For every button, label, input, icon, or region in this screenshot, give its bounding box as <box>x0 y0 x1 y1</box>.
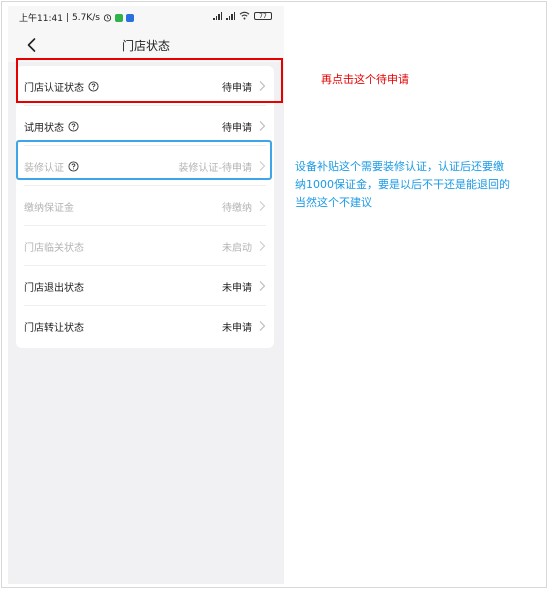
blue-highlight-box <box>16 140 272 180</box>
red-highlight-box <box>16 58 283 103</box>
row-deposit-payment[interactable]: 缴纳保证金 待缴纳 <box>16 186 274 226</box>
row-label: 门店临关状态 <box>24 239 84 254</box>
row-label-text: 门店临关状态 <box>24 243 84 254</box>
row-label: 缴纳保证金 <box>24 199 74 214</box>
nav-bar: 门店状态 <box>8 28 284 62</box>
row-label: 门店转让状态 <box>24 319 84 334</box>
row-label-text: 门店转让状态 <box>24 323 84 334</box>
row-store-transfer[interactable]: 门店转让状态 未申请 <box>16 306 274 346</box>
blue-note-line: 设备补贴这个需要装修认证，认证后还要缴 <box>295 160 504 173</box>
row-label-text: 门店退出状态 <box>24 283 84 294</box>
row-label: 试用状态 <box>24 119 79 134</box>
app-notification-icon <box>125 13 134 22</box>
status-separator: | <box>65 12 69 23</box>
chevron-right-icon <box>259 281 266 291</box>
wifi-icon <box>239 11 250 20</box>
row-value[interactable]: 待申请 <box>222 119 252 134</box>
status-left: 上午11:41 | 5.7K/s <box>19 11 134 24</box>
status-bar: 上午11:41 | 5.7K/s 77 <box>8 6 284 28</box>
row-value[interactable]: 未申请 <box>222 319 252 334</box>
help-icon[interactable] <box>68 121 79 132</box>
row-label-text: 试用状态 <box>24 123 64 134</box>
row-temporary-closure[interactable]: 门店临关状态 未启动 <box>16 226 274 266</box>
alarm-icon <box>103 14 112 22</box>
signal-icon <box>213 11 222 20</box>
blue-note-line: 当然这个不建议 <box>295 196 372 209</box>
chevron-right-icon <box>259 201 266 211</box>
row-value[interactable]: 待缴纳 <box>222 199 252 214</box>
signal-icon-2 <box>226 11 235 20</box>
row-label: 门店退出状态 <box>24 279 84 294</box>
status-right: 77 <box>213 11 272 20</box>
row-value[interactable]: 未启动 <box>222 239 252 254</box>
blue-note-line: 纳1000保证金，要是以后不干还是能退回的 <box>295 178 510 191</box>
battery-icon: 77 <box>254 11 272 20</box>
page-title: 门店状态 <box>121 39 170 53</box>
blue-annotation-note: 设备补贴这个需要装修认证，认证后还要缴 纳1000保证金，要是以后不干还是能退回… <box>295 158 545 212</box>
red-annotation-note: 再点击这个待申请 <box>321 73 409 86</box>
wechat-icon <box>114 13 123 22</box>
chevron-right-icon <box>259 121 266 131</box>
status-time: 上午11:41 <box>19 14 63 24</box>
status-speed: 5.7K/s <box>71 12 100 23</box>
chevron-right-icon <box>259 241 266 251</box>
status-list-card: 门店认证状态 待申请 试用状态 待申请 装修认证 装修认证-待申请 缴纳保证金 … <box>16 66 274 348</box>
row-label-text: 缴纳保证金 <box>24 203 74 214</box>
row-value[interactable]: 未申请 <box>222 279 252 294</box>
chevron-right-icon <box>259 321 266 331</box>
row-store-exit[interactable]: 门店退出状态 未申请 <box>16 266 274 306</box>
